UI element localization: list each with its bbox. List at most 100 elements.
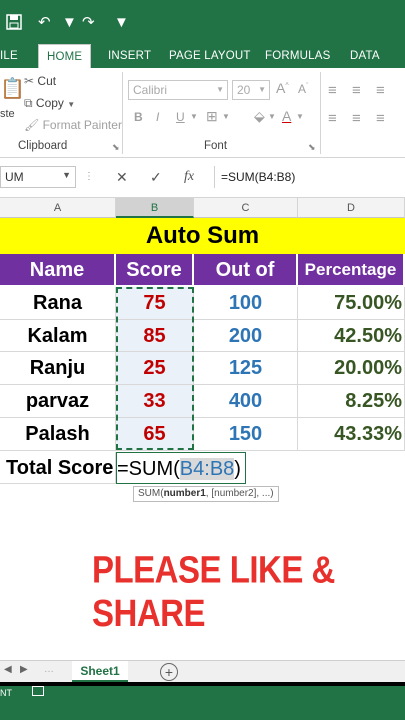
- name-box-value: UM: [5, 170, 24, 184]
- borders-icon[interactable]: ⊞: [206, 108, 218, 125]
- next-sheet-icon[interactable]: ▶: [20, 664, 28, 675]
- column-header-a[interactable]: A: [0, 198, 116, 218]
- prev-sheet-icon[interactable]: ◀: [4, 664, 12, 675]
- cell-name[interactable]: Kalam: [0, 320, 116, 352]
- table-row: parvaz 33 400 8.25%: [0, 385, 405, 418]
- cell-name[interactable]: parvaz: [0, 385, 116, 418]
- align-center-icon[interactable]: ≡: [352, 110, 361, 127]
- cancel-formula-button[interactable]: ✕: [116, 166, 128, 188]
- borders-dropdown-icon[interactable]: ▼: [222, 112, 230, 121]
- fill-color-dropdown-icon[interactable]: ▼: [268, 112, 276, 121]
- cell-percentage[interactable]: 43.33%: [298, 418, 405, 451]
- font-color-dropdown-icon[interactable]: ▼: [296, 112, 304, 121]
- name-box[interactable]: UM ▼: [0, 166, 76, 188]
- sheet-tab-sheet1[interactable]: Sheet1: [72, 661, 128, 683]
- insert-function-button[interactable]: fx: [184, 166, 194, 188]
- ribbon-divider: [122, 72, 123, 154]
- align-bottom-icon[interactable]: ≡: [376, 82, 385, 99]
- name-box-dropdown-icon[interactable]: ▼: [62, 170, 71, 180]
- formula-input[interactable]: =SUM(B4:B8): [214, 166, 405, 188]
- undo-icon[interactable]: ↶: [38, 2, 60, 42]
- enter-formula-button[interactable]: ✓: [150, 166, 162, 188]
- formula-prefix: =SUM(: [117, 458, 180, 480]
- header-percentage[interactable]: Percentage: [298, 254, 405, 286]
- font-launcher-icon[interactable]: ⬊: [308, 142, 316, 153]
- underline-button[interactable]: U: [176, 110, 185, 124]
- cell-percentage[interactable]: 8.25%: [298, 385, 405, 418]
- font-family-select[interactable]: Calibri ▼: [128, 80, 228, 100]
- fill-color-icon[interactable]: ⬙: [254, 108, 265, 125]
- undo-dropdown-icon[interactable]: ▼: [62, 2, 77, 42]
- cell-name[interactable]: Ranju: [0, 352, 116, 385]
- copy-label: Copy: [35, 96, 64, 110]
- cell-out-of[interactable]: 200: [194, 320, 298, 352]
- grow-font-icon[interactable]: A^: [276, 80, 289, 96]
- promo-overlay-text: PLEASE LIKE & SHARE: [92, 548, 335, 635]
- header-score[interactable]: Score: [116, 254, 194, 286]
- scissors-icon: ✂: [24, 74, 35, 88]
- format-painter-button[interactable]: 🖌 Format Painter: [24, 118, 122, 132]
- underline-dropdown-icon[interactable]: ▼: [190, 112, 198, 121]
- redo-icon[interactable]: ↷: [82, 2, 104, 42]
- title-row: Auto Sum: [0, 218, 405, 254]
- table-row: Kalam 85 200 42.50%: [0, 320, 405, 352]
- cell-out-of[interactable]: 125: [194, 352, 298, 385]
- cell-score[interactable]: 65: [116, 418, 194, 451]
- more-sheets-icon[interactable]: …: [44, 664, 54, 675]
- font-size-dropdown-icon: ▼: [258, 85, 266, 94]
- cell-out-of[interactable]: 100: [194, 287, 298, 320]
- cut-label: Cut: [37, 74, 57, 88]
- header-name[interactable]: Name: [0, 254, 116, 286]
- macro-record-icon[interactable]: [32, 686, 44, 696]
- align-top-icon[interactable]: ≡: [328, 82, 337, 99]
- clipboard-launcher-icon[interactable]: ⬊: [112, 142, 120, 153]
- cell-name[interactable]: Palash: [0, 418, 116, 451]
- sheet-title[interactable]: Auto Sum: [0, 218, 405, 254]
- font-size-select[interactable]: 20 ▼: [232, 80, 270, 100]
- copy-button[interactable]: ⧉ Copy ▼: [24, 96, 75, 111]
- active-cell-formula[interactable]: =SUM(B4:B8): [116, 452, 246, 484]
- tab-data[interactable]: DATA: [350, 44, 380, 68]
- italic-button[interactable]: I: [156, 110, 159, 124]
- font-color-icon[interactable]: A: [282, 108, 291, 124]
- tab-formulas[interactable]: FORMULAS: [265, 44, 331, 68]
- header-out-of[interactable]: Out of: [194, 254, 298, 286]
- customize-toolbar-icon[interactable]: ▼: [114, 2, 129, 42]
- function-tooltip[interactable]: SUM(number1, [number2], ...): [133, 486, 279, 502]
- align-left-icon[interactable]: ≡: [328, 110, 337, 127]
- cell-score[interactable]: 75: [116, 287, 194, 320]
- column-header-d[interactable]: D: [298, 198, 405, 218]
- cell-percentage[interactable]: 20.00%: [298, 352, 405, 385]
- align-middle-icon[interactable]: ≡: [352, 82, 361, 99]
- clipboard-group-label: Clipboard: [18, 140, 68, 152]
- cell-percentage[interactable]: 75.00%: [298, 287, 405, 320]
- tab-page-layout[interactable]: PAGE LAYOUT: [169, 44, 251, 68]
- table-row: Ranju 25 125 20.00%: [0, 352, 405, 385]
- bold-button[interactable]: B: [134, 110, 143, 124]
- cell-percentage[interactable]: 42.50%: [298, 320, 405, 352]
- column-header-c[interactable]: C: [194, 198, 298, 218]
- copy-dropdown-icon[interactable]: ▼: [67, 100, 75, 109]
- cell-name[interactable]: Rana: [0, 287, 116, 320]
- cell-score[interactable]: 25: [116, 352, 194, 385]
- save-icon[interactable]: [6, 2, 30, 42]
- paste-label[interactable]: ste: [0, 108, 15, 120]
- format-painter-label: Format Painter: [42, 118, 122, 132]
- sheet-tab-bar: ◀ ▶ … Sheet1 +: [0, 660, 405, 683]
- tab-home[interactable]: HOME: [38, 44, 92, 68]
- cell-score[interactable]: 33: [116, 385, 194, 418]
- cell-score[interactable]: 85: [116, 320, 194, 352]
- align-right-icon[interactable]: ≡: [376, 110, 385, 127]
- cell-out-of[interactable]: 400: [194, 385, 298, 418]
- worksheet-grid[interactable]: Auto Sum Name Score Out of Percentage Ra…: [0, 218, 405, 660]
- tab-insert[interactable]: INSERT: [108, 44, 151, 68]
- add-sheet-button[interactable]: +: [160, 663, 178, 681]
- cell-out-of[interactable]: 150: [194, 418, 298, 451]
- paste-icon[interactable]: 📋: [0, 76, 25, 101]
- shrink-font-icon[interactable]: Aˇ: [298, 82, 308, 96]
- tab-file[interactable]: ILE: [0, 44, 18, 68]
- total-score-label[interactable]: Total Score: [0, 452, 116, 484]
- cut-button[interactable]: ✂ Cut: [24, 74, 56, 88]
- font-family-dropdown-icon: ▼: [216, 85, 224, 94]
- column-header-b[interactable]: B: [116, 198, 194, 218]
